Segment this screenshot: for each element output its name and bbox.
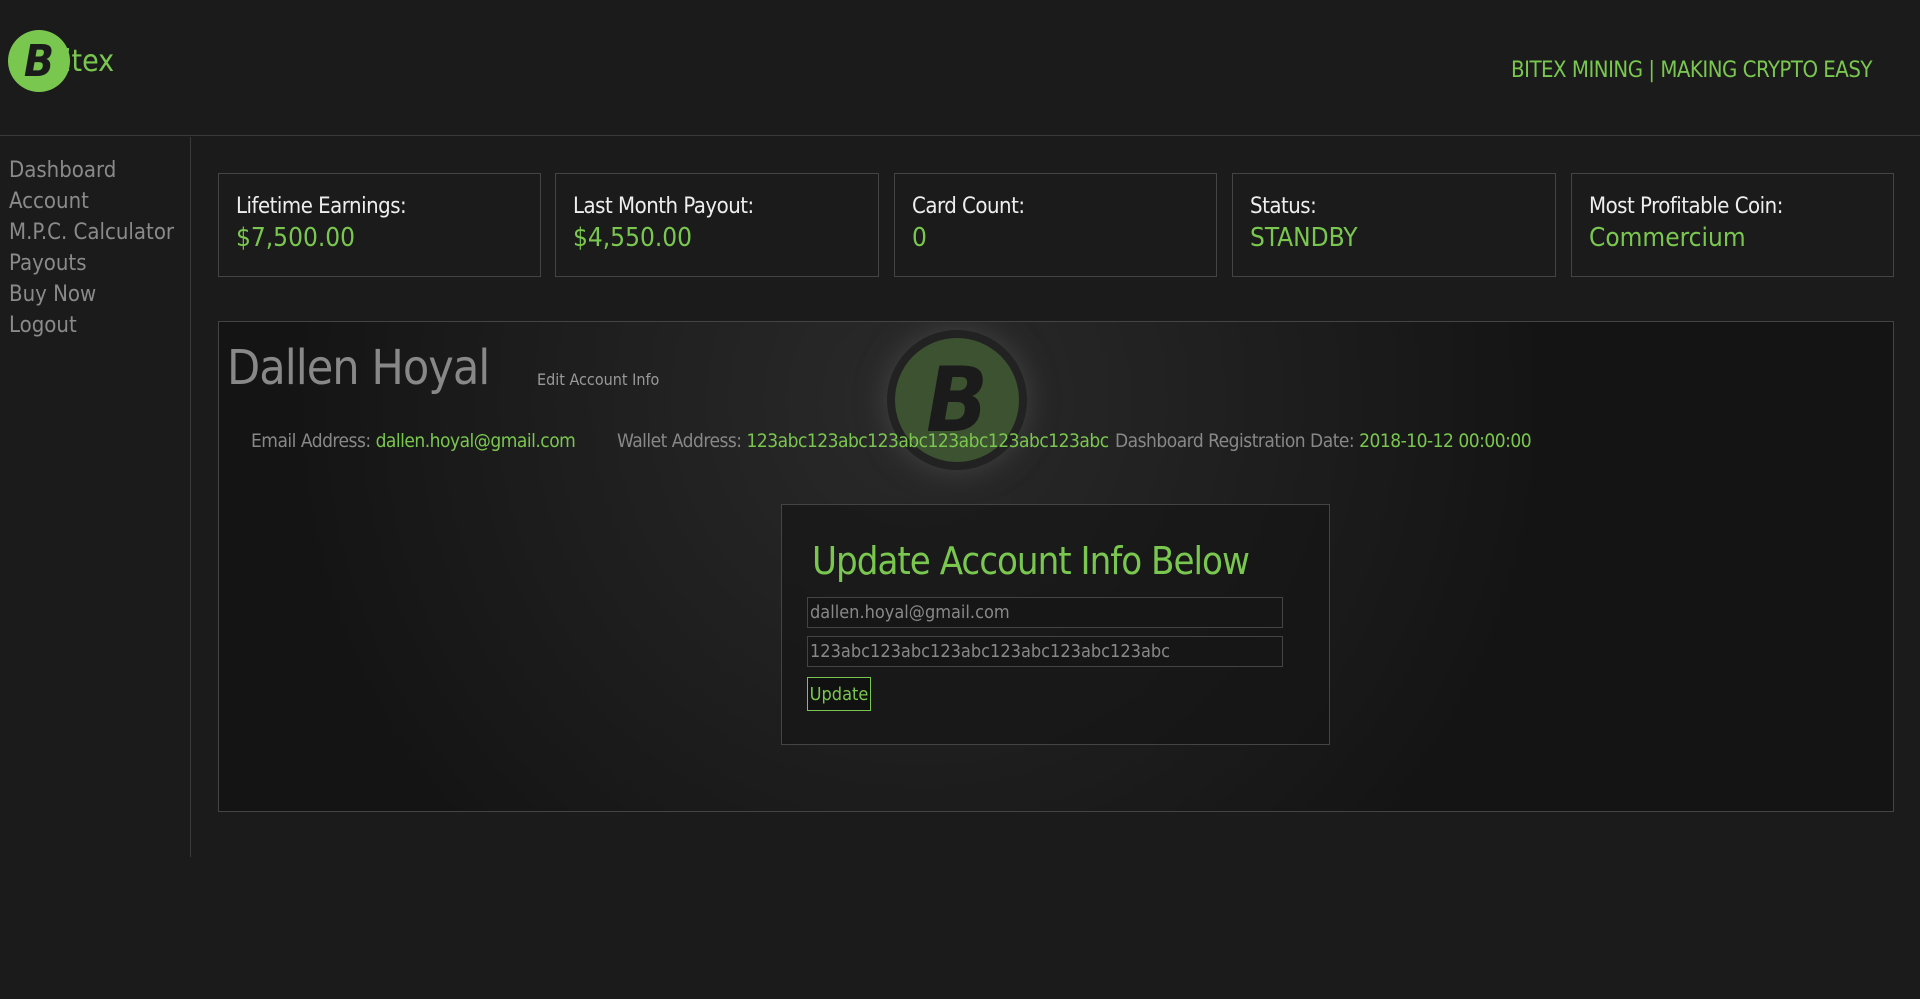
wallet-info: Wallet Address: 123abc123abc123abc123abc… [617, 430, 1109, 452]
stat-value: 0 [912, 223, 927, 253]
sidebar-item-payouts[interactable]: Payouts [0, 248, 190, 279]
header: B itex BITEX MINING | MAKING CRYPTO EASY [0, 0, 1920, 136]
sidebar-item-logout[interactable]: Logout [0, 310, 190, 341]
user-name: Dallen Hoyal [227, 340, 490, 396]
email-info: Email Address: dallen.hoyal@gmail.com [251, 430, 576, 452]
stat-value: $4,550.00 [573, 223, 693, 253]
stat-card-most-profitable-coin: Most Profitable Coin: Commercium [1571, 173, 1894, 277]
profile-panel: B Dallen Hoyal Edit Account Info Email A… [218, 321, 1894, 812]
bitcoin-logo-icon: B [8, 30, 70, 92]
stat-label: Card Count: [912, 194, 1025, 219]
email-value: dallen.hoyal@gmail.com [375, 430, 576, 452]
tagline: BITEX MINING | MAKING CRYPTO EASY [1511, 58, 1872, 83]
edit-account-link[interactable]: Edit Account Info [537, 370, 659, 389]
stat-card-last-month-payout: Last Month Payout: $4,550.00 [555, 173, 879, 277]
stat-label: Most Profitable Coin: [1589, 194, 1783, 219]
registration-label: Dashboard Registration Date: [1115, 430, 1355, 452]
update-account-form: Update Account Info Below Update [781, 504, 1330, 745]
logo[interactable]: B itex [8, 30, 114, 92]
stat-label: Lifetime Earnings: [236, 194, 407, 219]
sidebar: Dashboard Account M.P.C. Calculator Payo… [0, 137, 191, 857]
stat-value: STANDBY [1250, 223, 1358, 253]
email-input[interactable] [807, 597, 1283, 628]
sidebar-item-account[interactable]: Account [0, 186, 190, 217]
stat-value: Commercium [1589, 223, 1746, 253]
logo-text: itex [64, 43, 115, 79]
stat-label: Status: [1250, 194, 1317, 219]
wallet-label: Wallet Address: [617, 430, 742, 452]
stat-card-card-count: Card Count: 0 [894, 173, 1217, 277]
update-button[interactable]: Update [807, 677, 871, 711]
wallet-input[interactable] [807, 636, 1283, 667]
form-title: Update Account Info Below [812, 539, 1250, 583]
registration-info: Dashboard Registration Date: 2018-10-12 … [1115, 430, 1532, 452]
wallet-value: 123abc123abc123abc123abc123abc123abc [746, 430, 1110, 452]
sidebar-item-dashboard[interactable]: Dashboard [0, 155, 190, 186]
stat-label: Last Month Payout: [573, 194, 754, 219]
sidebar-item-buy-now[interactable]: Buy Now [0, 279, 190, 310]
email-label: Email Address: [251, 430, 371, 452]
stat-card-status: Status: STANDBY [1232, 173, 1556, 277]
stat-value: $7,500.00 [236, 223, 356, 253]
stat-card-lifetime-earnings: Lifetime Earnings: $7,500.00 [218, 173, 541, 277]
registration-value: 2018-10-12 00:00:00 [1359, 430, 1532, 452]
sidebar-item-calculator[interactable]: M.P.C. Calculator [0, 217, 190, 248]
